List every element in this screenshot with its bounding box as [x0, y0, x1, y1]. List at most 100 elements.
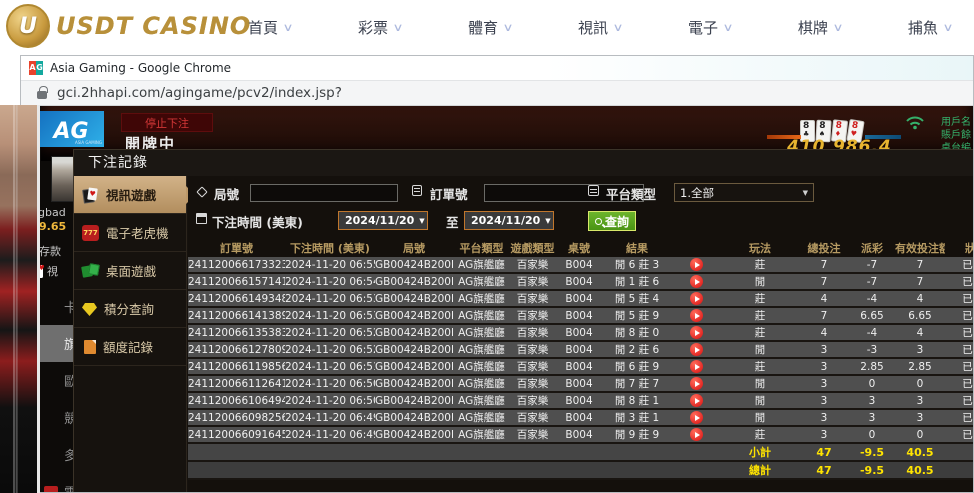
- table-cell-play: [671, 358, 721, 375]
- modal-tab-2[interactable]: 桌面遊戲: [74, 252, 186, 290]
- table-header-cell: 玩法: [721, 239, 799, 257]
- date-to-select[interactable]: 2024/11/20 ▼: [464, 211, 554, 230]
- platform-label: 平台類型: [606, 184, 656, 203]
- modal-tab-label: 額度記錄: [103, 337, 153, 356]
- bet-records-table: 訂單號下注時間 (美東)局號平台類型遊戲類型桌號結果玩法總投注派彩有效投注額狀態…: [188, 239, 973, 480]
- nav-item-4[interactable]: 電子∨: [688, 17, 732, 38]
- status-badge: 已派彩: [945, 341, 973, 358]
- table-cell: 閒 5 莊 9: [603, 307, 671, 324]
- nav-item-label: 首頁: [248, 17, 278, 38]
- table-cell: 閒 9 莊 9: [603, 426, 671, 443]
- empty-cell: [188, 443, 721, 461]
- table-row: 2411200660982562024-11-20 06:49:41GB0042…: [188, 409, 973, 426]
- table-cell-play: [671, 307, 721, 324]
- table-cell: 百家樂: [510, 307, 555, 324]
- table-cell-play: [671, 324, 721, 341]
- play-video-button[interactable]: [690, 326, 703, 339]
- brand-name: USDT CASINO: [56, 12, 251, 40]
- chevron-down-icon: ∨: [392, 21, 403, 34]
- nav-item-1[interactable]: 彩票∨: [358, 17, 402, 38]
- table-cell: AG旗艦廳: [453, 290, 510, 307]
- dropdown-arrow-icon: ▼: [545, 217, 550, 225]
- table-row: 2411200660916452024-11-20 06:49:09GB0042…: [188, 426, 973, 443]
- modal-tab-0[interactable]: 視訊遊戲: [74, 176, 186, 214]
- play-video-button[interactable]: [690, 428, 703, 441]
- stop-bet-banner: 停止下注: [121, 113, 213, 132]
- ag-logo: AGASIA GAMING: [38, 111, 104, 147]
- play-video-button[interactable]: [690, 360, 703, 373]
- nav-item-6[interactable]: 捕魚∨: [908, 17, 952, 38]
- table-cell: 241120066112641: [188, 375, 285, 392]
- table-cell: 241120066119856: [188, 358, 285, 375]
- window-titlebar[interactable]: AG Asia Gaming - Google Chrome: [21, 56, 973, 80]
- table-header-cell: 結果: [603, 239, 671, 257]
- modal-tab-4[interactable]: 額度記錄: [74, 328, 186, 366]
- table-cell: 莊: [721, 324, 799, 341]
- platform-select[interactable]: 1.全部 ▼: [674, 183, 814, 202]
- table-cell: 莊: [721, 307, 799, 324]
- url-text: gci.2hhapi.com/agingame/pcv2/index.jsp?: [57, 85, 342, 101]
- search-button[interactable]: 查詢: [588, 211, 636, 231]
- table-cell: 2024-11-20 06:51:32: [285, 358, 375, 375]
- round-input[interactable]: [250, 184, 398, 202]
- url-bar[interactable]: gci.2hhapi.com/agingame/pcv2/index.jsp?: [21, 80, 973, 106]
- table-cell: B004: [555, 290, 603, 307]
- table-cell: GB00424B200HK: [375, 290, 453, 307]
- play-video-button[interactable]: [690, 377, 703, 390]
- table-cell: 百家樂: [510, 341, 555, 358]
- nav-item-label: 視訊: [578, 17, 608, 38]
- table-cell: 莊: [721, 290, 799, 307]
- play-video-button[interactable]: [690, 258, 703, 271]
- lobby-menu-icon: [44, 486, 58, 492]
- table-cell: 閒: [721, 375, 799, 392]
- platform-icon: [588, 185, 599, 196]
- platform-select-value: 1.全部: [680, 185, 714, 201]
- nav-item-5[interactable]: 棋牌∨: [798, 17, 842, 38]
- table-cell-payout: -7: [849, 257, 895, 273]
- table-cell: 3: [799, 358, 849, 375]
- table-cell: 閒 5 莊 4: [603, 290, 671, 307]
- modal-tab-label: 積分查詢: [104, 299, 154, 318]
- play-video-button[interactable]: [690, 411, 703, 424]
- nav-item-3[interactable]: 視訊∨: [578, 17, 622, 38]
- play-video-button[interactable]: [690, 292, 703, 305]
- table-cell: 3: [799, 392, 849, 409]
- table-row: 2411200661353832024-11-20 06:52:49GB0042…: [188, 324, 973, 341]
- nav-item-2[interactable]: 體育∨: [468, 17, 512, 38]
- play-video-button[interactable]: [690, 275, 703, 288]
- modal-tab-label: 電子老虎機: [106, 223, 169, 242]
- table-cell: 6.65: [895, 307, 945, 324]
- play-video-button[interactable]: [690, 309, 703, 322]
- play-video-button[interactable]: [690, 343, 703, 356]
- date-from-select[interactable]: 2024/11/20 ▼: [338, 211, 428, 230]
- status-badge: 已派彩: [945, 375, 973, 392]
- play-video-button[interactable]: [690, 394, 703, 407]
- modal-tab-label: 視訊遊戲: [106, 185, 156, 204]
- brand-logo[interactable]: U USDT CASINO: [6, 4, 251, 48]
- table-cell-payout: 0: [849, 375, 895, 392]
- table-cell-play: [671, 375, 721, 392]
- table-cell: 4: [895, 290, 945, 307]
- screen: U USDT CASINO 首頁∨彩票∨體育∨視訊∨電子∨棋牌∨捕魚∨ AG A…: [0, 0, 974, 493]
- table-cell-payout: 3: [849, 409, 895, 426]
- table-cell: 3: [799, 409, 849, 426]
- nav-item-0[interactable]: 首頁∨: [248, 17, 292, 38]
- modal-sidebar: 視訊遊戲電子老虎機桌面遊戲積分查詢額度記錄: [74, 176, 187, 492]
- chevron-down-icon: ∨: [722, 21, 733, 34]
- modal-tab-3[interactable]: 積分查詢: [74, 290, 186, 328]
- table-cell: 2024-11-20 06:49:41: [285, 409, 375, 426]
- table-cell: 百家樂: [510, 358, 555, 375]
- table-cell: 2024-11-20 06:50:55: [285, 375, 375, 392]
- empty-cell: [188, 461, 721, 479]
- modal-tab-1[interactable]: 電子老虎機: [74, 214, 186, 252]
- table-cell-play: [671, 409, 721, 426]
- table-cell: 閒 8 莊 0: [603, 324, 671, 341]
- table-row: 2411200661493482024-11-20 06:53:57GB0042…: [188, 290, 973, 307]
- table-header-row: 訂單號下注時間 (美東)局號平台類型遊戲類型桌號結果玩法總投注派彩有效投注額狀態: [188, 239, 973, 257]
- summary-payout: -9.5: [849, 443, 895, 461]
- table-cell: 241120066135383: [188, 324, 285, 341]
- table-header-cell: [671, 239, 721, 257]
- nav-item-label: 棋牌: [798, 17, 828, 38]
- table-cell: B004: [555, 257, 603, 273]
- table-cell: 2024-11-20 06:52:09: [285, 341, 375, 358]
